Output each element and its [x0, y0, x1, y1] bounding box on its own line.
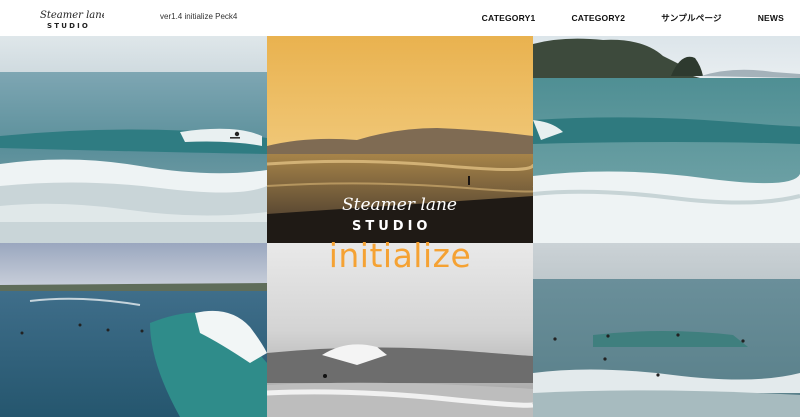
- main-nav: CATEGORY1 CATEGORY2 サンプルページ NEWS: [446, 0, 784, 36]
- photo-tile-lineup[interactable]: [533, 243, 800, 417]
- photo-lineup: [533, 243, 800, 417]
- overlay-logo-mark: Steamer lane STUDIO: [342, 195, 457, 234]
- site-header: Steamer lane STUDIO ver1.4 initialize Pe…: [0, 0, 800, 36]
- photo-tile-rocky-coast[interactable]: [533, 36, 800, 243]
- photo-rocky-coast: [533, 36, 800, 243]
- photo-wave-surfer: [0, 36, 267, 243]
- overlay-logo: Steamer lane STUDIO: [338, 190, 462, 236]
- photo-tile-blue-wave[interactable]: [0, 243, 267, 417]
- nav-sample-page[interactable]: サンプルページ: [661, 12, 721, 24]
- overlay-initialize-text: initialize: [328, 236, 472, 275]
- overlay-logo-script: Steamer lane: [342, 195, 457, 215]
- logo-mark: Steamer lane STUDIO: [40, 10, 104, 30]
- nav-category1[interactable]: CATEGORY1: [482, 13, 536, 23]
- photo-blue-wave: [0, 243, 267, 417]
- site-logo[interactable]: Steamer lane STUDIO: [38, 6, 104, 30]
- nav-news[interactable]: NEWS: [758, 13, 784, 23]
- photo-tile-wave-surfer[interactable]: [0, 36, 267, 243]
- overlay-logo-word: STUDIO: [352, 219, 431, 234]
- version-text: ver1.4 initialize Peck4: [160, 12, 238, 21]
- logo-word-text: STUDIO: [47, 22, 90, 30]
- nav-category2[interactable]: CATEGORY2: [571, 13, 625, 23]
- logo-script-text: Steamer lane: [40, 10, 104, 21]
